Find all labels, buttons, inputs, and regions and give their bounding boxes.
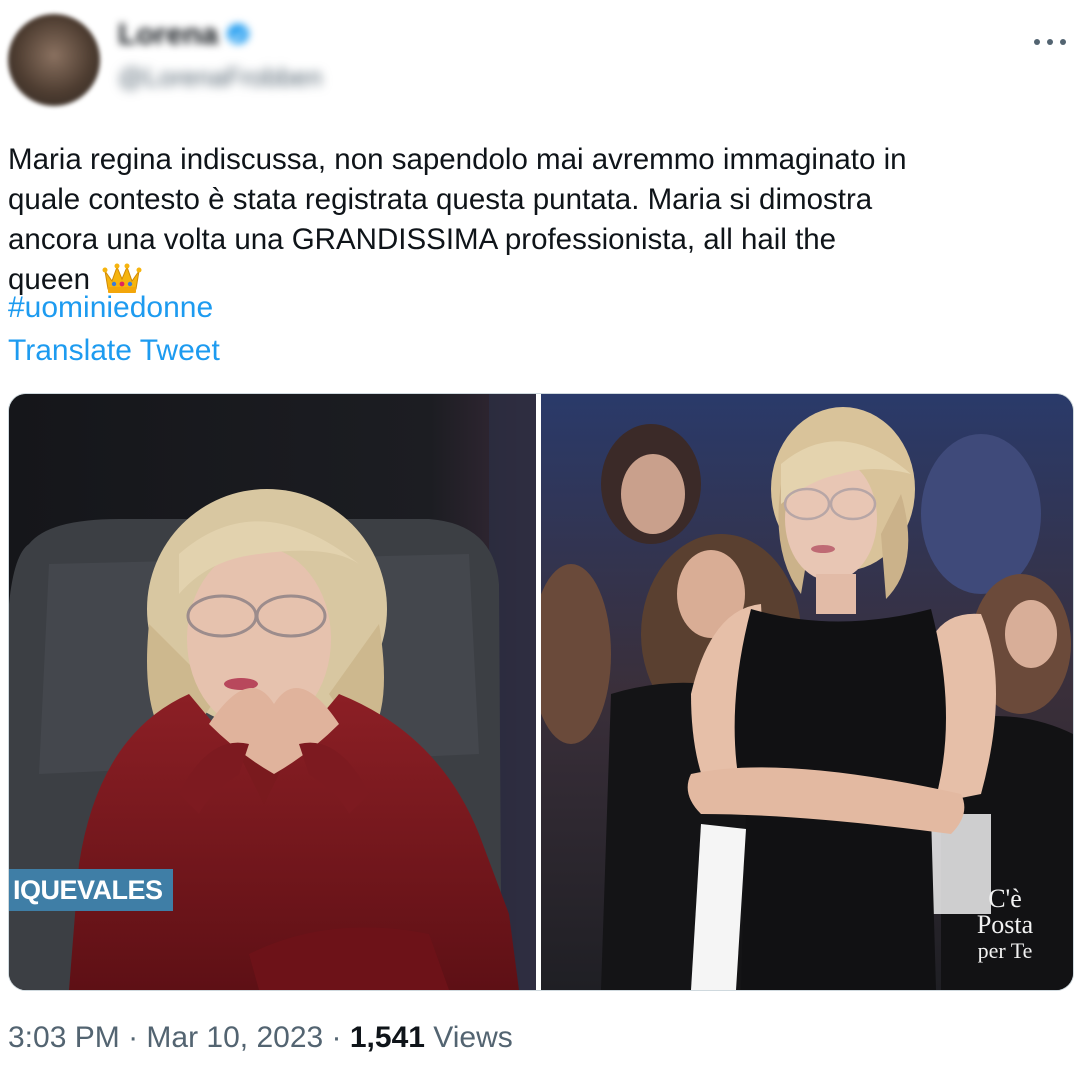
tweet-header: Lorena @LorenaFrobben bbox=[0, 0, 1080, 110]
tweet-text-line: ancora una volta una GRANDISSIMA profess… bbox=[8, 223, 837, 256]
tweet-text-line: Maria regina indiscussa, non sapendolo m… bbox=[8, 143, 907, 176]
tweet-text-line: quale contesto è stata registrata questa… bbox=[8, 183, 873, 216]
tweet-date[interactable]: Mar 10, 2023 bbox=[146, 1021, 323, 1054]
program-logo-overlay: C'è Posta per Te bbox=[959, 886, 1051, 964]
photo-left[interactable]: IQUEVALES bbox=[9, 394, 536, 990]
views-label[interactable]: Views bbox=[425, 1021, 513, 1054]
show-caption-overlay: IQUEVALES bbox=[9, 869, 173, 911]
tweet-text: Maria regina indiscussa, non sapendolo m… bbox=[8, 140, 1074, 300]
crown-icon bbox=[102, 263, 142, 293]
more-horizontal-icon[interactable] bbox=[1030, 28, 1070, 54]
handle[interactable]: @LorenaFrobben bbox=[118, 62, 322, 93]
avatar[interactable] bbox=[8, 14, 100, 106]
author-info[interactable]: Lorena @LorenaFrobben bbox=[118, 18, 322, 93]
display-name-row[interactable]: Lorena bbox=[118, 18, 322, 52]
logo-line: C'è bbox=[988, 884, 1022, 913]
translate-tweet-link[interactable]: Translate Tweet bbox=[8, 334, 220, 368]
hashtag-link[interactable]: #uominiedonne bbox=[8, 291, 213, 325]
separator: · bbox=[119, 1021, 147, 1054]
tweet-meta: 3:03 PM · Mar 10, 2023 · 1,541 Views bbox=[8, 1021, 513, 1055]
tweet-time[interactable]: 3:03 PM bbox=[8, 1021, 120, 1054]
views-count[interactable]: 1,541 bbox=[350, 1021, 425, 1054]
separator: · bbox=[323, 1021, 350, 1054]
logo-line: Posta bbox=[976, 910, 1034, 939]
photo-right[interactable]: C'è Posta per Te bbox=[541, 394, 1073, 990]
media-grid[interactable]: IQUEVALES C'è Posta per Te bbox=[8, 393, 1074, 991]
display-name[interactable]: Lorena bbox=[118, 18, 218, 52]
verified-badge-icon bbox=[226, 22, 250, 45]
logo-line: per Te bbox=[977, 938, 1033, 963]
